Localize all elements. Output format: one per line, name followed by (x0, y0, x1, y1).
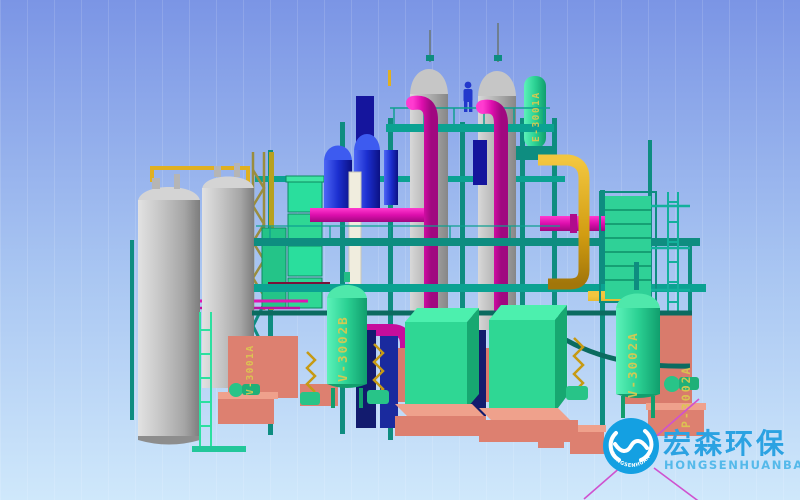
logo-en-text: HONGSENHUANBAO (664, 458, 800, 472)
logo-cn-text: 宏森环保 (663, 427, 787, 460)
plant-3d-render-viewport: V-3001A V-3002B E-3001A V-3002A P-3002A … (0, 0, 800, 500)
tag-right-pump: P-3002A (679, 366, 693, 428)
green-skid-box-left (395, 308, 486, 436)
tag-right-vessel: V-3002A (625, 331, 640, 398)
yellow-stub (388, 70, 391, 86)
green-skid-box-right (479, 305, 578, 442)
storage-tank-left (138, 174, 200, 445)
tag-top-column: E-3001A (531, 91, 542, 142)
tag-left-vessel: V-3001A (245, 344, 256, 395)
plant-3d-scene: V-3001A V-3002B E-3001A V-3002A P-3002A … (0, 0, 800, 500)
tag-center-vessel: V-3002B (335, 315, 350, 382)
